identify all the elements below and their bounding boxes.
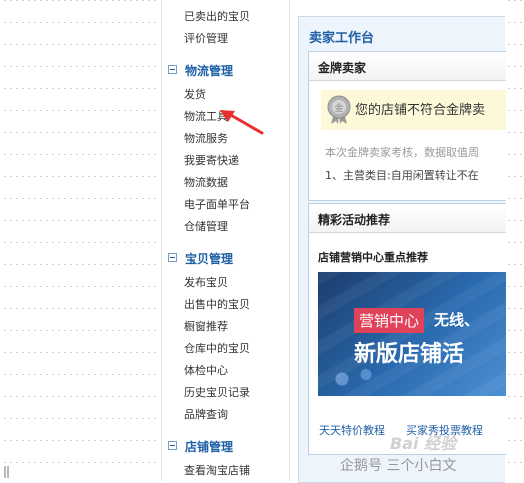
sidebar: 已卖出的宝贝 评价管理 物流管理 发货 物流工具 物流服务 我要寄快递 物流数据… — [161, 0, 290, 481]
banner-badge: 营销中心 — [354, 308, 425, 333]
promo-subtitle: 店铺营销中心重点推荐 — [318, 251, 428, 264]
promo-card: 精彩活动推荐 店铺营销中心重点推荐 营销中心 无线、 新版店铺活 天天特价教程 … — [308, 203, 506, 455]
sidebar-item-on-sale[interactable]: 出售中的宝贝 — [184, 296, 250, 312]
sidebar-item-health-check[interactable]: 体检中心 — [184, 362, 228, 378]
sidebar-item-sold-items[interactable]: 已卖出的宝贝 — [184, 8, 250, 24]
sidebar-item-reviews[interactable]: 评价管理 — [184, 30, 228, 46]
sidebar-item-warehouse[interactable]: 仓储管理 — [184, 218, 228, 234]
gold-seller-notice: 金 您的店铺不符合金牌卖 — [321, 90, 506, 130]
banner-tagline: 无线、 — [434, 311, 480, 329]
page-background-right — [504, 0, 524, 481]
collapse-icon[interactable] — [168, 65, 177, 74]
sidebar-item-send-express[interactable]: 我要寄快递 — [184, 152, 239, 168]
banner-decoration — [330, 368, 390, 390]
sidebar-item-ship[interactable]: 发货 — [184, 86, 206, 102]
marketing-center-banner[interactable]: 营销中心 无线、 新版店铺活 — [318, 272, 506, 396]
link-daily-deal-tutorial[interactable]: 天天特价教程 — [319, 422, 385, 438]
sidebar-item-view-shop[interactable]: 查看淘宝店铺 — [184, 462, 250, 478]
banner-headline: 新版店铺活 — [354, 342, 465, 367]
medal-icon: 金 — [327, 95, 351, 124]
resize-grip-icon — [4, 466, 9, 478]
promo-card-title: 精彩活动推荐 — [318, 213, 391, 227]
collapse-icon[interactable] — [168, 253, 177, 262]
gold-seller-assessment-note: 本次金牌卖家考核，数据取值周 — [325, 146, 479, 159]
sidebar-item-e-waybill[interactable]: 电子面单平台 — [184, 196, 250, 212]
gold-seller-category-note: 1、主营类目:自用闲置转让不在 — [325, 169, 479, 182]
promo-card-header: 精彩活动推荐 — [309, 204, 506, 233]
sidebar-item-publish-item[interactable]: 发布宝贝 — [184, 274, 228, 290]
sidebar-group-products[interactable]: 宝贝管理 — [168, 250, 233, 267]
gold-seller-title: 金牌卖家 — [318, 61, 367, 75]
sidebar-group-shop[interactable]: 店铺管理 — [168, 438, 233, 455]
sidebar-item-in-warehouse[interactable]: 仓库中的宝贝 — [184, 340, 250, 356]
svg-text:金: 金 — [334, 102, 343, 114]
sidebar-group-label: 宝贝管理 — [185, 252, 234, 266]
sidebar-item-brand-query[interactable]: 品牌查询 — [184, 406, 228, 422]
sidebar-group-label: 物流管理 — [185, 64, 234, 78]
collapse-icon[interactable] — [168, 441, 177, 450]
red-arrow-icon — [220, 110, 264, 135]
gold-seller-card-header: 金牌卖家 — [309, 52, 506, 81]
baidu-watermark: Bai 经验 — [390, 434, 457, 453]
sidebar-item-window-recommend[interactable]: 橱窗推荐 — [184, 318, 228, 334]
seller-workspace-panel: 卖家工作台 金牌卖家 金 您的店铺不符合金牌卖 本次金牌卖家考核，数据取值周 1… — [298, 16, 506, 483]
sidebar-group-logistics[interactable]: 物流管理 — [168, 62, 233, 79]
sidebar-group-label: 店铺管理 — [185, 440, 234, 454]
workspace-title: 卖家工作台 — [309, 31, 375, 46]
author-watermark: 企鹅号 三个小白文 — [340, 458, 457, 474]
gold-seller-notice-text: 您的店铺不符合金牌卖 — [355, 103, 486, 118]
page-background-left — [0, 0, 160, 481]
gold-seller-card: 金牌卖家 金 您的店铺不符合金牌卖 本次金牌卖家考核，数据取值周 1、主营类目:… — [308, 51, 506, 201]
sidebar-item-history[interactable]: 历史宝贝记录 — [184, 384, 250, 400]
sidebar-item-logistics-data[interactable]: 物流数据 — [184, 174, 228, 190]
